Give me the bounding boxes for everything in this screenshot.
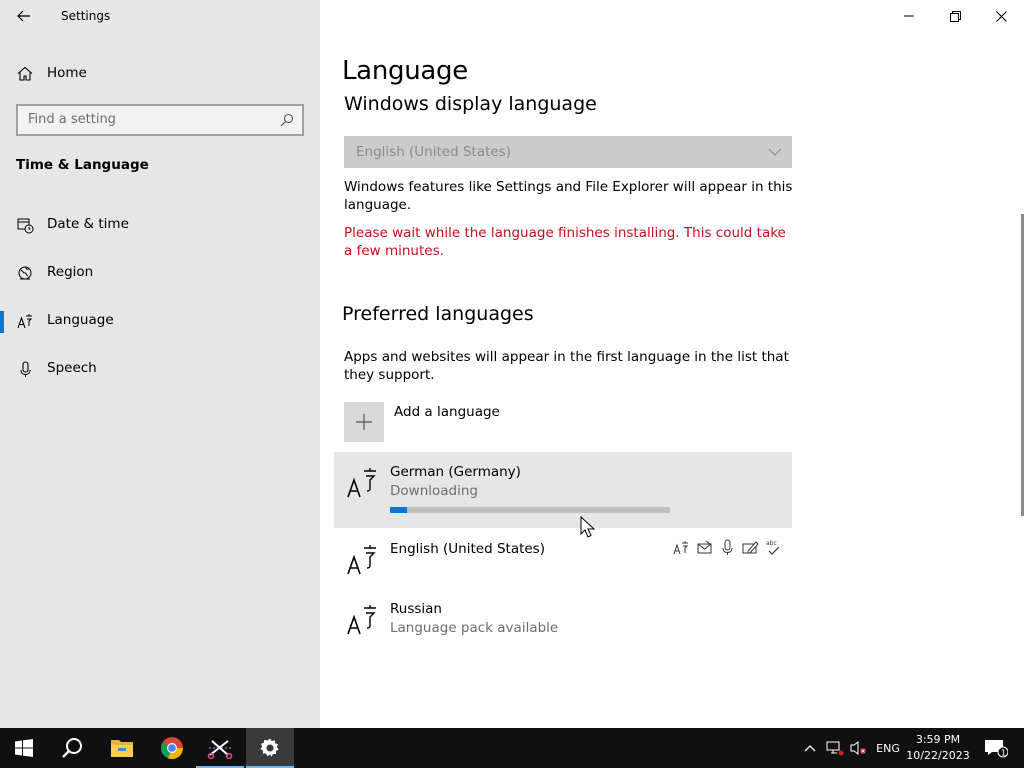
language-feature-icons: abc xyxy=(673,539,782,556)
app-title: Settings xyxy=(61,9,111,23)
language-glyph-icon xyxy=(347,545,376,575)
taskbar: ENG 3:59 PM 10/22/2023 1 xyxy=(0,728,1024,768)
display-language-dropdown[interactable]: English (United States) xyxy=(344,136,792,168)
page-title: Language xyxy=(342,56,468,86)
display-language-icon xyxy=(673,539,690,556)
sidebar-item-label: Region xyxy=(47,264,94,280)
download-progress-fill xyxy=(390,507,407,513)
globe-icon xyxy=(16,264,34,282)
preferred-languages-description: Apps and websites will appear in the fir… xyxy=(344,349,789,383)
network-status-button[interactable] xyxy=(824,728,846,768)
text-to-speech-icon xyxy=(696,539,713,556)
windows-start-icon xyxy=(15,739,33,757)
taskbar-chrome[interactable] xyxy=(148,728,196,768)
settings-icon xyxy=(260,738,279,757)
language-icon xyxy=(16,312,34,330)
sidebar-item-language[interactable]: Language xyxy=(0,301,320,341)
taskbar-snipping-tool[interactable] xyxy=(196,728,244,768)
install-warning: Please wait while the language finishes … xyxy=(344,225,786,259)
language-item-russian[interactable]: Russian Language pack available xyxy=(334,589,792,665)
sidebar-item-label: Date & time xyxy=(47,216,129,232)
show-hidden-icons-button[interactable] xyxy=(800,728,820,768)
add-icon-box xyxy=(344,402,384,442)
action-center-button[interactable]: 1 xyxy=(976,728,1016,768)
sidebar-item-label: Speech xyxy=(47,360,97,376)
sidebar-item-speech[interactable]: Speech xyxy=(0,349,320,389)
network-icon xyxy=(826,741,844,756)
back-button[interactable] xyxy=(8,4,40,28)
search-icon xyxy=(280,113,294,127)
search-icon xyxy=(62,738,82,758)
spellcheck-icon: abc xyxy=(765,539,782,556)
chevron-down-icon xyxy=(768,148,782,156)
add-language-button[interactable]: Add a language xyxy=(344,402,644,442)
sidebar-item-region[interactable]: Region xyxy=(0,253,320,293)
volume-muted-icon xyxy=(850,741,866,755)
taskbar-search-button[interactable] xyxy=(48,728,96,768)
sidebar-item-date-time[interactable]: Date & time xyxy=(0,205,320,245)
language-status: Language pack available xyxy=(390,620,559,636)
volume-button[interactable] xyxy=(848,728,870,768)
start-button[interactable] xyxy=(0,728,48,768)
notification-icon: 1 xyxy=(985,740,1008,758)
system-clock[interactable]: 3:59 PM 10/22/2023 xyxy=(904,732,972,764)
taskbar-file-explorer[interactable] xyxy=(98,728,146,768)
language-status: Downloading xyxy=(390,483,478,499)
snipping-tool-icon xyxy=(207,740,233,759)
search-placeholder: Find a setting xyxy=(28,112,116,127)
calendar-clock-icon xyxy=(16,216,34,234)
main-content: Language Windows display language Englis… xyxy=(320,0,1024,728)
language-glyph-icon xyxy=(347,605,376,635)
microphone-icon xyxy=(16,360,34,378)
handwriting-icon xyxy=(742,539,759,556)
input-language-indicator[interactable]: ENG xyxy=(872,728,904,768)
clock-time: 3:59 PM xyxy=(915,733,961,746)
plus-icon xyxy=(356,414,372,430)
speech-recognition-icon xyxy=(719,539,736,556)
preferred-languages-heading: Preferred languages xyxy=(342,303,534,325)
display-language-heading: Windows display language xyxy=(344,93,597,115)
mouse-cursor-icon xyxy=(580,516,596,538)
back-arrow-icon xyxy=(17,10,30,22)
file-explorer-icon xyxy=(111,740,133,757)
navigation-pane: Settings Home Find a setting Time & Lang… xyxy=(0,0,320,728)
sidebar-item-label: Language xyxy=(47,312,114,328)
nav-home[interactable]: Home xyxy=(0,56,320,90)
language-item-german[interactable]: German (Germany) Downloading xyxy=(334,452,792,528)
add-language-label: Add a language xyxy=(394,404,500,420)
language-name: Russian xyxy=(390,601,442,617)
taskbar-settings[interactable] xyxy=(246,728,294,768)
home-icon xyxy=(17,66,33,81)
download-progress-bar xyxy=(390,507,670,513)
display-language-value: English (United States) xyxy=(356,144,511,160)
language-name: English (United States) xyxy=(390,541,545,557)
section-title: Time & Language xyxy=(16,157,149,173)
language-name: German (Germany) xyxy=(390,464,521,480)
svg-text:abc: abc xyxy=(766,540,777,547)
notification-count: 1 xyxy=(1001,749,1006,758)
chevron-up-icon xyxy=(804,745,816,752)
clock-date: 10/22/2023 xyxy=(906,749,970,762)
chrome-icon xyxy=(160,737,184,760)
display-language-description: Windows features like Settings and File … xyxy=(344,179,793,213)
selected-indicator xyxy=(0,311,4,333)
search-input[interactable]: Find a setting xyxy=(16,104,304,136)
language-glyph-icon xyxy=(347,468,376,498)
nav-home-label: Home xyxy=(47,65,87,81)
